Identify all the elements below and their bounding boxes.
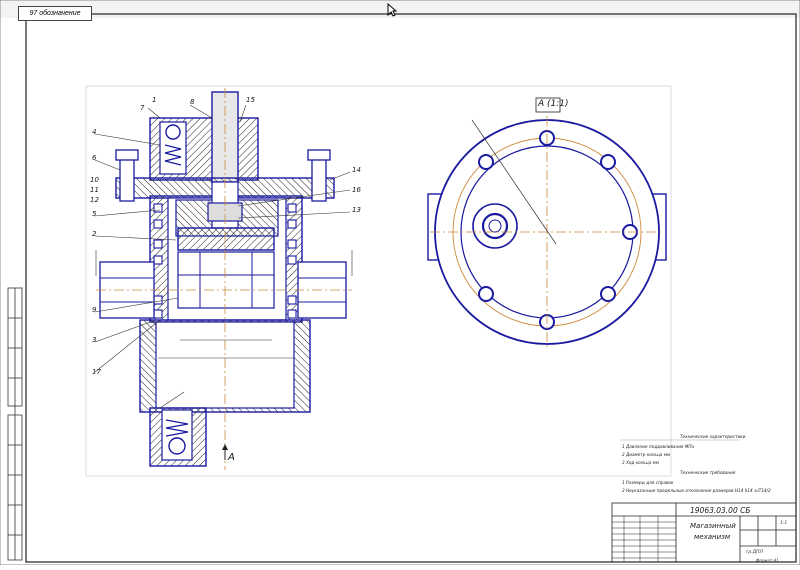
tech-char-line: 2 Диаметр кольца мм xyxy=(622,452,671,457)
view-arrow-label: А xyxy=(228,452,235,463)
sheet-tab[interactable]: 97 обозначение xyxy=(18,6,92,21)
part-label: 11 xyxy=(90,186,99,194)
part-label: 2 xyxy=(92,230,97,238)
part-label: 8 xyxy=(190,98,195,106)
part-label: 10 xyxy=(90,176,99,184)
part-label: 3 xyxy=(92,336,97,344)
drawing-name: механизм xyxy=(694,533,731,541)
part-label: 13 xyxy=(352,206,361,214)
main-section-view xyxy=(94,88,353,470)
part-label: 1 xyxy=(152,96,157,104)
part-label: 9 xyxy=(92,306,97,314)
left-margin-stamps xyxy=(7,287,23,561)
top-strip xyxy=(0,0,800,18)
tech-chars-title: Технические характеристики xyxy=(680,434,746,439)
drawing-name: Магазинный xyxy=(690,522,736,530)
part-label: 5 xyxy=(92,210,97,218)
tech-req-title: Технические требования xyxy=(680,470,736,475)
scale-value: 1:1 xyxy=(780,521,788,526)
tech-req-line: 2 Неуказанные предельные отклонения разм… xyxy=(622,488,771,493)
tech-char-line: 3 Ход кольца мм xyxy=(622,460,659,465)
drawing-sheet: 97 обозначение 1 2 3 4 5 6 7 8 9 10 11 1… xyxy=(0,0,800,566)
part-label: 6 xyxy=(92,154,97,162)
mouse-cursor-icon xyxy=(387,3,397,17)
tech-char-line: 1 Давление поддавливания МПа xyxy=(622,444,695,449)
tech-req-line: 1 Размеры для справок xyxy=(622,480,674,485)
part-label: 15 xyxy=(246,96,255,104)
part-label: 12 xyxy=(90,196,99,204)
part-label: 17 xyxy=(92,368,101,376)
part-label: 16 xyxy=(352,186,361,194)
part-label: 14 xyxy=(352,166,361,174)
designation: 19063.03.00 СБ xyxy=(690,506,751,515)
part-label: 4 xyxy=(92,128,97,136)
group-value: гр.ДПЛ xyxy=(746,550,763,555)
section-a-view xyxy=(427,97,667,348)
drawing-canvas xyxy=(0,0,800,566)
part-label: 7 xyxy=(140,104,145,112)
section-label: А (1:1) xyxy=(538,99,569,109)
format-value: Формат А1 xyxy=(756,558,779,563)
